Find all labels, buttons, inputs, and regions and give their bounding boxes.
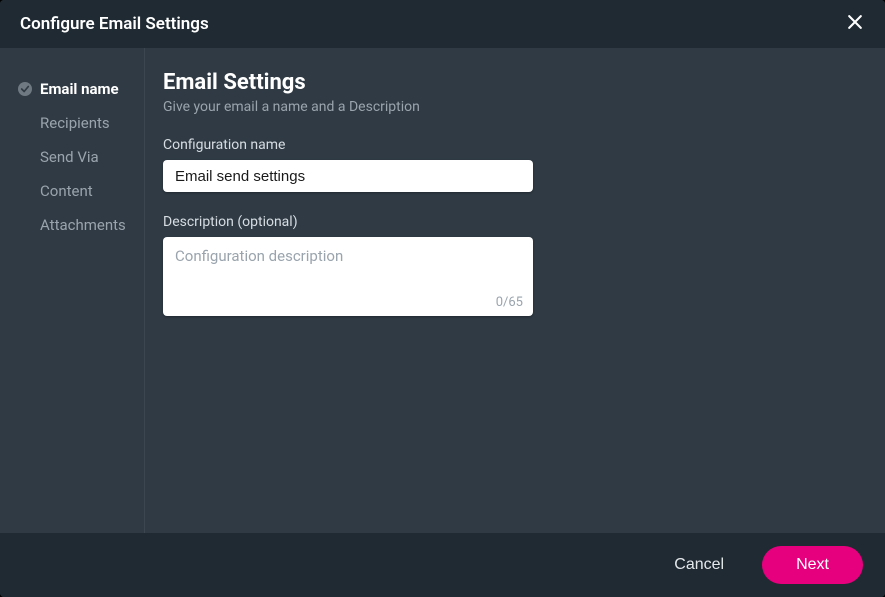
- close-button[interactable]: [841, 10, 869, 38]
- step-label: Recipients: [40, 114, 110, 132]
- step-label: Email name: [40, 80, 119, 98]
- description-input[interactable]: [163, 237, 533, 295]
- step-send-via[interactable]: Send Via: [10, 140, 144, 174]
- step-content[interactable]: Content: [10, 174, 144, 208]
- next-button[interactable]: Next: [762, 546, 863, 584]
- modal-title: Configure Email Settings: [20, 14, 209, 34]
- wizard-sidebar: Email name Recipients Send Via Content A…: [0, 48, 145, 533]
- char-counter: 0/65: [163, 295, 533, 316]
- section-subtitle: Give your email a name and a Description: [163, 99, 857, 115]
- step-label: Content: [40, 182, 93, 200]
- step-label: Attachments: [40, 216, 126, 234]
- section-heading: Email Settings: [163, 70, 857, 95]
- configure-email-modal: Configure Email Settings Email name: [0, 0, 885, 597]
- modal-header: Configure Email Settings: [0, 0, 885, 48]
- description-label: Description (optional): [163, 214, 857, 230]
- close-icon: [845, 12, 865, 36]
- check-circle-icon: [18, 82, 32, 96]
- config-name-label: Configuration name: [163, 137, 857, 153]
- step-recipients[interactable]: Recipients: [10, 106, 144, 140]
- description-wrap: 0/65: [163, 237, 533, 316]
- cancel-button[interactable]: Cancel: [664, 548, 734, 582]
- modal-footer: Cancel Next: [0, 533, 885, 597]
- step-label: Send Via: [40, 148, 99, 166]
- config-name-input[interactable]: [163, 160, 533, 192]
- config-name-field: Configuration name: [163, 137, 857, 192]
- main-content: Email Settings Give your email a name an…: [145, 48, 885, 533]
- description-field: Description (optional) 0/65: [163, 214, 857, 316]
- modal-body: Email name Recipients Send Via Content A…: [0, 48, 885, 533]
- step-attachments[interactable]: Attachments: [10, 208, 144, 242]
- step-email-name[interactable]: Email name: [10, 72, 144, 106]
